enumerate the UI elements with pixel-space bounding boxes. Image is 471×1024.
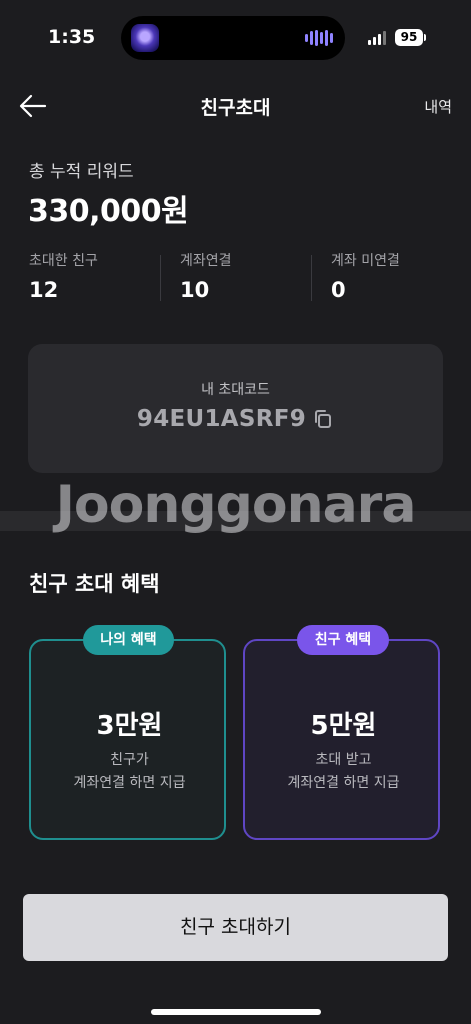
stat-connected-label: 계좌연결 — [180, 253, 232, 269]
invite-code-label: 내 초대코드 — [201, 382, 270, 398]
benefit-badge-mine: 나의 혜택 — [83, 625, 174, 655]
benefit-desc: 계좌연결 하면 지급 — [287, 775, 400, 791]
page-title: 친구초대 — [200, 97, 271, 119]
benefit-desc: 초대 받고 — [315, 752, 372, 768]
invite-code-card: 내 초대코드 94EU1ASRF9 — [28, 344, 443, 473]
benefit-card-friend: 5만원 초대 받고 계좌연결 하면 지급 — [243, 639, 440, 840]
audio-wave-icon — [305, 30, 333, 46]
copy-icon[interactable] — [312, 408, 334, 430]
benefit-desc: 친구가 — [110, 752, 149, 768]
invite-friends-button[interactable]: 친구 초대하기 — [23, 894, 448, 961]
total-reward-value: 330,000원 — [28, 194, 189, 229]
stat-unconnected-label: 계좌 미연결 — [331, 253, 400, 269]
signal-icon — [368, 31, 386, 45]
stat-divider — [160, 255, 161, 301]
total-reward-label: 총 누적 리워드 — [29, 162, 134, 182]
benefit-amount: 5만원 — [310, 711, 377, 741]
benefit-desc: 계좌연결 하면 지급 — [73, 775, 186, 791]
battery-tip — [424, 34, 426, 41]
watermark: Joonggonara — [55, 475, 417, 535]
dynamic-island-app-icon — [131, 24, 159, 52]
benefits-title: 친구 초대 혜택 — [29, 572, 160, 596]
benefit-badge-friend: 친구 혜택 — [297, 625, 389, 655]
stat-connected-value: 10 — [180, 278, 210, 302]
dynamic-island — [121, 16, 345, 60]
stat-unconnected-value: 0 — [331, 278, 346, 302]
stat-divider — [311, 255, 312, 301]
benefit-amount: 3만원 — [96, 711, 163, 741]
stat-invited-value: 12 — [29, 278, 59, 302]
stat-invited-label: 초대한 친구 — [29, 253, 98, 269]
benefit-card-mine: 3만원 친구가 계좌연결 하면 지급 — [29, 639, 226, 840]
invite-code-value: 94EU1ASRF9 — [136, 406, 307, 432]
battery-icon: 95 — [395, 29, 423, 46]
history-link[interactable]: 내역 — [424, 96, 452, 117]
status-time: 1:35 — [48, 26, 96, 48]
home-indicator[interactable] — [151, 1009, 321, 1015]
invite-code-row[interactable]: 94EU1ASRF9 — [28, 406, 443, 432]
